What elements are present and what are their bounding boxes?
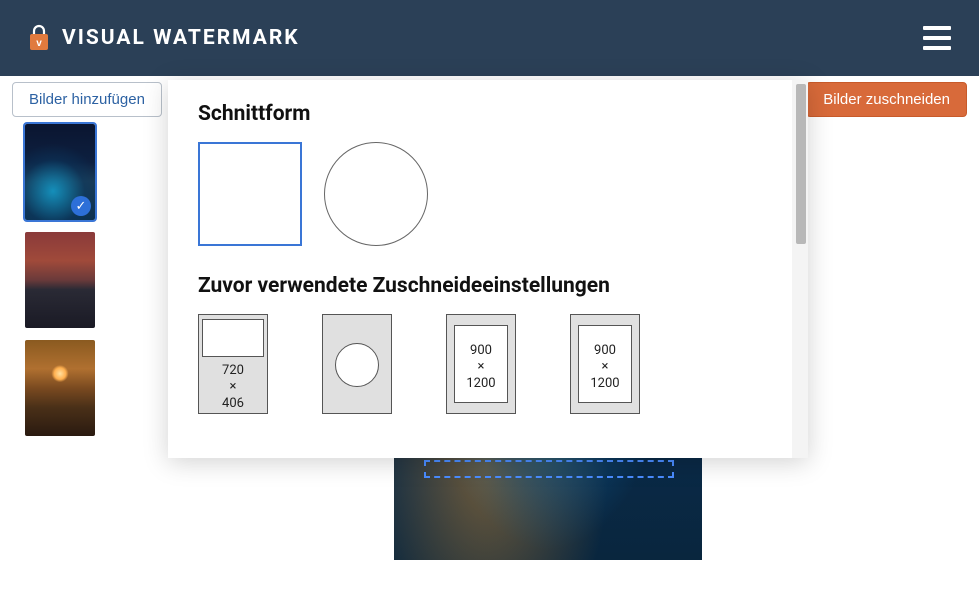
preset-item[interactable] <box>322 314 392 414</box>
preset-shape-rect <box>202 319 264 357</box>
preset-dimensions: 720×406 <box>199 363 267 412</box>
logo-area: v VISUAL WATERMARK <box>28 24 300 52</box>
panel-scrollbar[interactable] <box>792 80 808 458</box>
circle-icon <box>324 142 428 246</box>
lock-icon: v <box>28 24 50 52</box>
crop-selection[interactable] <box>424 460 674 478</box>
presets-heading: Zuvor verwendete Zuschneideeinstellungen <box>198 274 778 298</box>
add-images-button[interactable]: Bilder hinzufügen <box>12 82 162 117</box>
app-header: v VISUAL WATERMARK <box>0 0 979 76</box>
preset-list: 720×406 900×1200 900×1200 <box>198 314 778 414</box>
thumbnail-image <box>25 340 95 436</box>
thumbnail-sidebar[interactable]: ✓ <box>0 120 116 606</box>
preset-item[interactable]: 720×406 <box>198 314 268 414</box>
preset-item[interactable]: 900×1200 <box>570 314 640 414</box>
preset-item[interactable]: 900×1200 <box>446 314 516 414</box>
check-icon: ✓ <box>71 196 91 216</box>
svg-text:v: v <box>36 38 42 49</box>
shape-rectangle[interactable] <box>198 142 302 246</box>
crop-images-button[interactable]: Bilder zuschneiden <box>806 82 967 117</box>
scrollbar-thumb[interactable] <box>796 84 806 244</box>
thumbnail-item[interactable]: ✓ <box>25 124 95 220</box>
preset-dimensions: 900×1200 <box>447 343 515 392</box>
app-title: VISUAL WATERMARK <box>62 26 300 50</box>
thumbnail-item[interactable] <box>25 232 95 328</box>
crop-settings-panel: Schnittform Zuvor verwendete Zuschneidee… <box>168 80 808 458</box>
shape-circle[interactable] <box>324 142 428 246</box>
preset-shape-circle <box>335 343 379 387</box>
thumbnail-image <box>25 232 95 328</box>
thumbnail-item[interactable] <box>25 340 95 436</box>
shape-options <box>198 142 778 246</box>
preset-dimensions: 900×1200 <box>571 343 639 392</box>
menu-icon[interactable] <box>923 26 951 50</box>
shape-heading: Schnittform <box>198 102 778 126</box>
